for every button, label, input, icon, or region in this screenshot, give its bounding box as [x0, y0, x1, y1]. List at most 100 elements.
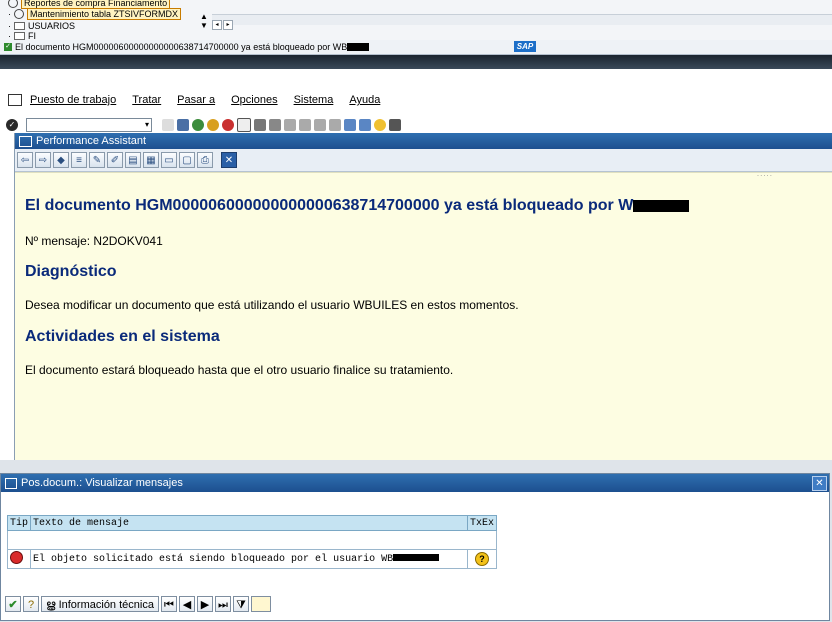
- previous-page-icon[interactable]: ◀: [178, 596, 195, 612]
- close-icon[interactable]: ✕: [812, 476, 827, 491]
- back-icon[interactable]: [192, 119, 204, 131]
- menu-sistema[interactable]: Sistema: [294, 94, 334, 106]
- scroll-up-icon[interactable]: ▲: [200, 12, 208, 21]
- table-row[interactable]: El objeto solicitado está siendo bloquea…: [6, 549, 498, 569]
- window-icon: [19, 135, 32, 147]
- menu-opciones[interactable]: Opciones: [231, 94, 277, 106]
- tree-item-mantenimiento[interactable]: · Mantenimiento tabla ZTSIVFORMDX: [8, 8, 182, 20]
- first-page-icon[interactable]: ⏮: [160, 596, 177, 612]
- folder-icon: [14, 32, 25, 40]
- message-text-cell[interactable]: El objeto solicitado está siendo bloquea…: [30, 549, 468, 569]
- exit-icon[interactable]: [207, 119, 219, 131]
- first-page-icon[interactable]: [284, 119, 296, 131]
- messages-dialog: Pos.docum.: Visualizar mensajes ✕ Tip Te…: [0, 473, 830, 621]
- horizontal-scrollbar[interactable]: ◂ ▸: [212, 14, 832, 30]
- filter-icon[interactable]: ⧩: [232, 596, 249, 612]
- redaction-block: [633, 199, 690, 212]
- glasses-icon: ൠ: [46, 599, 56, 611]
- scroll-arrows[interactable]: ▲ ▼: [200, 12, 208, 30]
- close-icon[interactable]: ✕: [221, 152, 237, 168]
- previous-page-icon[interactable]: [299, 119, 311, 131]
- bullet-icon: ·: [8, 9, 11, 19]
- print-icon[interactable]: ⎙: [197, 152, 213, 168]
- menu-tratar[interactable]: Tratar: [132, 94, 161, 106]
- next-page-icon[interactable]: ▶: [196, 596, 213, 612]
- messages-toolbar: ✔ ? ൠ Información técnica ⏮ ◀ ▶ ⏭ ⧩: [5, 595, 273, 613]
- help-icon[interactable]: ?: [474, 552, 489, 566]
- menu-ayuda[interactable]: Ayuda: [349, 94, 380, 106]
- back-arrow-icon[interactable]: [162, 119, 174, 131]
- tree-item-usuarios[interactable]: · USUARIOS: [8, 21, 75, 31]
- performance-assistant-window: Performance Assistant ⇦ ⇨ ◆ ≡ ✎ ✐ ▤ ▦ ▭ …: [14, 133, 832, 462]
- messages-titlebar: Pos.docum.: Visualizar mensajes: [1, 474, 829, 492]
- window-icon: [5, 477, 17, 489]
- empty-button[interactable]: [250, 596, 271, 612]
- next-page-icon[interactable]: [314, 119, 326, 131]
- pa-heading: El documento HGM000006000000000000638714…: [25, 197, 690, 215]
- glossary-icon[interactable]: ▤: [125, 152, 141, 168]
- long-text-cell[interactable]: ?: [466, 549, 498, 569]
- find-icon[interactable]: [254, 119, 266, 131]
- scroll-left-icon[interactable]: ◂: [212, 20, 222, 30]
- transaction-icon: [14, 9, 24, 19]
- pa-toolbar: ⇦ ⇨ ◆ ≡ ✎ ✐ ▤ ▦ ▭ ▢ ⎙ ✕: [15, 149, 832, 172]
- column-header-tip[interactable]: Tip: [6, 515, 32, 531]
- display-icon[interactable]: ▭: [161, 152, 177, 168]
- message-type-cell: [6, 549, 32, 569]
- chevron-down-icon[interactable]: ▾: [145, 120, 149, 129]
- tree-item-label: USUARIOS: [28, 21, 76, 31]
- help-icon[interactable]: [374, 119, 386, 131]
- cancel-icon[interactable]: [222, 119, 234, 131]
- status-text: El documento HGM000006000000000006387147…: [15, 42, 348, 52]
- messages-title: Pos.docum.: Visualizar mensajes: [21, 477, 183, 489]
- table-icon[interactable]: ▦: [143, 152, 159, 168]
- messages-table: Tip Texto de mensaje TxEx El objeto soli…: [6, 515, 498, 569]
- column-header-text[interactable]: Texto de mensaje: [30, 515, 468, 531]
- new-session-icon[interactable]: [344, 119, 356, 131]
- activities-text: El documento estará bloqueado hasta que …: [25, 363, 454, 377]
- transaction-icon: [8, 0, 18, 8]
- message-number: Nº mensaje: N2DOKV041: [25, 234, 163, 248]
- scroll-right-icon[interactable]: ▸: [223, 20, 233, 30]
- pa-content-area: ..... El documento HGM000006000000000000…: [15, 169, 832, 462]
- technical-info-icon[interactable]: ≡: [71, 152, 87, 168]
- find-next-icon[interactable]: [269, 119, 281, 131]
- back-arrow-icon[interactable]: ⇦: [17, 152, 33, 168]
- bookmark-icon[interactable]: ◆: [53, 152, 69, 168]
- diagnostic-text: Desea modificar un documento que está ut…: [25, 298, 519, 312]
- status-bar: ✓ El documento HGM0000060000000000063871…: [0, 40, 832, 55]
- error-icon: [10, 550, 23, 564]
- edit-icon[interactable]: ✎: [89, 152, 105, 168]
- command-field[interactable]: ▾: [26, 118, 152, 132]
- column-header-txex[interactable]: TxEx: [466, 515, 498, 531]
- activities-title: Actividades en el sistema: [25, 328, 220, 345]
- menu-puesto-de-trabajo[interactable]: Puesto de trabajo: [30, 94, 116, 106]
- menu-pasar-a[interactable]: Pasar a: [177, 94, 215, 106]
- window-menu-icon[interactable]: [8, 94, 22, 106]
- background-window-fragment: Reportes de compra Financiamento · Mante…: [0, 0, 832, 41]
- tree-item-label: Mantenimiento tabla ZTSIVFORMDX: [27, 8, 182, 20]
- taskbar-fragment: [0, 55, 832, 69]
- enter-icon[interactable]: ✓: [6, 119, 18, 131]
- splitter-handle[interactable]: .....: [757, 169, 773, 178]
- shortcut-icon[interactable]: [359, 119, 371, 131]
- last-page-icon[interactable]: [329, 119, 341, 131]
- technical-info-button[interactable]: ൠ Información técnica: [41, 596, 159, 612]
- continue-check-icon[interactable]: ✔: [5, 596, 21, 612]
- print-icon[interactable]: [237, 118, 251, 132]
- menu-bar: Puesto de trabajo Tratar Pasar a Opcione…: [0, 90, 832, 110]
- forward-arrow-icon[interactable]: ⇨: [35, 152, 51, 168]
- scroll-down-icon[interactable]: ▼: [200, 21, 208, 30]
- note-icon[interactable]: ✐: [107, 152, 123, 168]
- standard-toolbar: ✓ ▾: [0, 116, 832, 134]
- redaction-block: [347, 43, 370, 51]
- layout-menu-icon[interactable]: [389, 119, 401, 131]
- save-icon[interactable]: [177, 119, 189, 131]
- help-icon[interactable]: ?: [23, 596, 39, 612]
- bullet-icon: ·: [8, 21, 11, 31]
- redaction-block: [393, 554, 440, 562]
- diagnostic-title: Diagnóstico: [25, 263, 117, 280]
- pa-titlebar: Performance Assistant: [15, 133, 832, 149]
- last-page-icon[interactable]: ⏭: [214, 596, 231, 612]
- bookmark-list-icon[interactable]: ▢: [179, 152, 195, 168]
